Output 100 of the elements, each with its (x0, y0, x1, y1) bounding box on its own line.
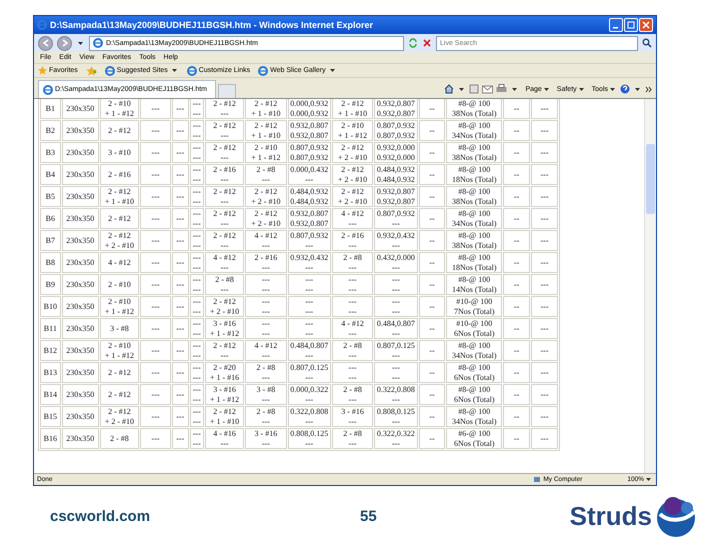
table-cell: --- --- (190, 274, 204, 295)
table-cell: #8-@ 100 34Nos (Total) (446, 208, 502, 229)
table-cell: 0.807,0.932 0.807,0.932 (374, 120, 418, 141)
table-cell: --- (172, 186, 189, 207)
table-cell: --- (172, 406, 189, 427)
table-cell: 2 - #16 (100, 164, 140, 185)
table-cell: B9 (40, 274, 61, 295)
table-cell: -- (418, 362, 446, 383)
window-title: D:\Sampada1\13May2009\BUDHEJ11BGSH.htm - Windows Internet Explorer (50, 20, 374, 30)
logo-text: Struds (570, 500, 652, 532)
table-cell: 2 - #12 + 2 - #10 (100, 230, 140, 251)
table-cell: 2 - #10 (100, 274, 140, 295)
add-favorite-icon[interactable] (86, 66, 97, 76)
table-cell: B4 (40, 164, 61, 185)
minimize-button[interactable] (609, 18, 623, 32)
table-cell: 2 - #20 + 1 - #16 (204, 362, 244, 383)
table-cell: -- (418, 384, 446, 405)
table-cell: 230x350 (62, 142, 99, 163)
table-cell: --- (531, 296, 558, 317)
table-cell: 2 - #12 + 2 - #10 (100, 406, 140, 427)
search-icon[interactable] (642, 38, 652, 48)
close-button[interactable] (639, 18, 653, 32)
home-icon[interactable] (444, 84, 454, 94)
table-cell: --- (172, 362, 189, 383)
table-cell: #8-@ 100 14Nos (Total) (446, 274, 502, 295)
table-cell: -- (503, 120, 530, 141)
table-cell: 2 - #10 + 1 - #12 (100, 340, 140, 361)
table-cell: 2 - #12 + 2 - #10 (332, 186, 374, 207)
table-cell: 2 - #12 (100, 362, 140, 383)
table-cell: 0.932,0.432 --- (288, 252, 331, 273)
table-cell: --- (172, 164, 189, 185)
table-cell: -- (418, 142, 446, 163)
table-cell: #8-@ 100 34Nos (Total) (446, 340, 502, 361)
table-cell: --- --- (288, 318, 331, 339)
help-icon[interactable] (620, 84, 630, 94)
table-cell: #6-@ 100 6Nos (Total) (446, 428, 502, 449)
forward-button[interactable] (57, 36, 72, 50)
table-cell: B12 (40, 340, 61, 361)
page-icon (104, 66, 115, 76)
table-cell: 2 - #12 --- (204, 208, 244, 229)
table-cell: 2 - #8 --- (245, 164, 287, 185)
table-cell: 2 - #10 + 1 - #12 (245, 142, 287, 163)
table-cell: --- (172, 230, 189, 251)
chevron-icon[interactable] (645, 86, 652, 92)
table-cell: --- (172, 99, 189, 119)
table-cell: 2 - #12 + 2 - #10 (245, 208, 287, 229)
table-cell: 2 - #16 --- (332, 230, 374, 251)
printer-icon[interactable] (496, 84, 508, 94)
table-cell: 4 - #12 --- (245, 340, 287, 361)
table-cell: B11 (40, 318, 61, 339)
table-cell: -- (503, 164, 530, 185)
table-cell: --- (140, 142, 172, 163)
table-cell: 0.932,0.807 0.932,0.807 (288, 208, 331, 229)
table-cell: --- (531, 99, 558, 119)
table-cell: -- (503, 208, 530, 229)
scroll-thumb[interactable] (646, 144, 655, 214)
table-cell: 4 - #12 --- (245, 230, 287, 251)
star-icon (38, 66, 47, 75)
table-cell: --- (172, 274, 189, 295)
table-cell: -- (503, 362, 530, 383)
table-cell: --- (140, 274, 172, 295)
table-cell: 4 - #12 --- (332, 318, 374, 339)
table-cell: 2 - #12 + 2 - #10 (204, 296, 244, 317)
table-cell: --- (531, 428, 558, 449)
table-cell: --- (531, 274, 558, 295)
table-cell: --- (531, 120, 558, 141)
table-cell: --- (531, 230, 558, 251)
maximize-button[interactable] (624, 18, 638, 32)
table-cell: --- (531, 186, 558, 207)
table-cell: 2 - #12 --- (204, 120, 244, 141)
caret-icon (578, 88, 584, 90)
table-cell: 230x350 (62, 230, 99, 251)
table-cell: --- (172, 296, 189, 317)
table-cell: 230x350 (62, 164, 99, 185)
table-cell: 2 - #12 --- (204, 230, 244, 251)
refresh-icon[interactable] (408, 38, 418, 48)
table-cell: -- (418, 406, 446, 427)
table-cell: --- --- (245, 274, 287, 295)
scrollbar[interactable] (644, 99, 656, 473)
back-button[interactable] (38, 36, 53, 50)
table-cell: -- (503, 406, 530, 427)
table-cell: 3 - #16 --- (332, 406, 374, 427)
table-cell: 2 - #12 + 1 - #10 (204, 406, 244, 427)
table-cell: --- --- (374, 274, 418, 295)
mail-icon[interactable] (482, 84, 494, 94)
table-cell: B10 (40, 296, 61, 317)
table-cell: --- --- (190, 406, 204, 427)
table-cell: 3 - #10 (100, 142, 140, 163)
caret-icon (172, 69, 177, 72)
table-cell: --- --- (245, 318, 287, 339)
table-cell: 2 - #16 --- (204, 164, 244, 185)
stop-icon[interactable] (422, 38, 432, 48)
table-cell: 0.322,0.808 --- (374, 384, 418, 405)
table-cell: 4 - #16 --- (204, 428, 244, 449)
table-cell: --- (140, 362, 172, 383)
table-cell: B8 (40, 252, 61, 273)
table-cell: #8-@ 100 18Nos (Total) (446, 252, 502, 273)
table-cell: --- --- (190, 230, 204, 251)
caret-icon (635, 88, 640, 90)
table-cell: 0.807,0.932 --- (374, 208, 418, 229)
